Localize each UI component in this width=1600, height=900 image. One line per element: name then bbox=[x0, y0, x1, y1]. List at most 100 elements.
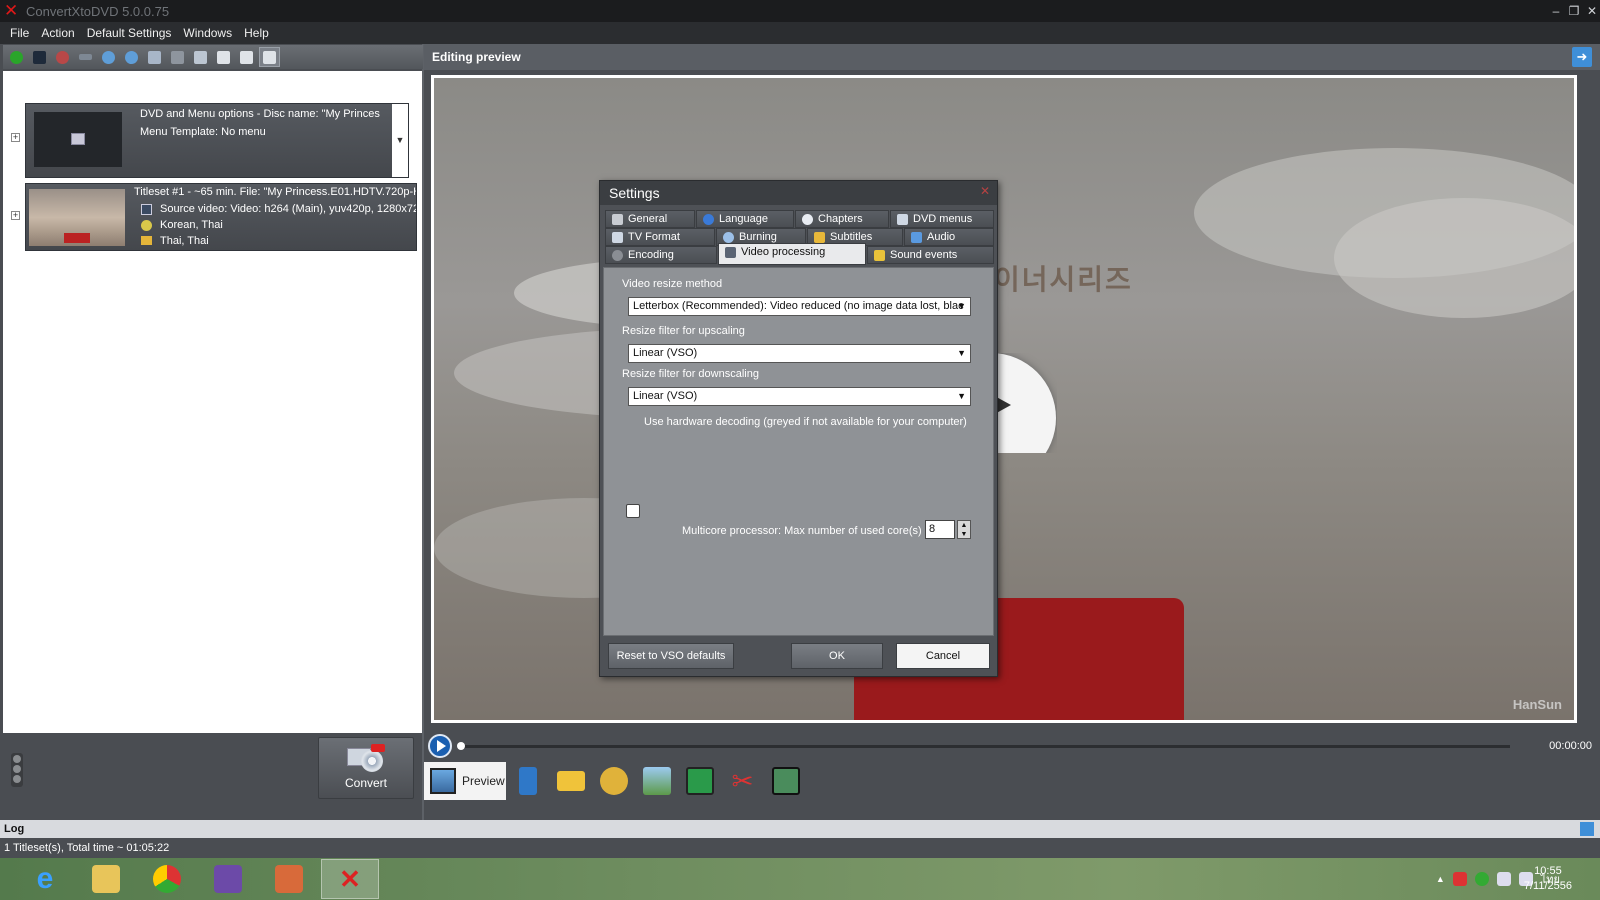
reset-defaults-button[interactable]: Reset to VSO defaults bbox=[608, 643, 734, 669]
play-button-icon[interactable] bbox=[428, 734, 452, 758]
preview-header: Editing preview ➜ bbox=[424, 44, 1600, 70]
tab-crop[interactable] bbox=[678, 762, 721, 800]
tab-sound-events-label: Sound events bbox=[890, 249, 958, 261]
menu-default-settings[interactable]: Default Settings bbox=[81, 22, 178, 44]
tab-language[interactable]: Language bbox=[696, 210, 794, 228]
update-icon[interactable] bbox=[1474, 872, 1489, 886]
sound-events-icon bbox=[874, 250, 885, 261]
music-note-icon bbox=[518, 767, 537, 795]
close-window-button[interactable]: ✕ bbox=[1584, 3, 1600, 19]
expand-titleset-node[interactable]: + bbox=[11, 211, 20, 220]
dialog-titlebar: Settings ✕ bbox=[600, 181, 997, 205]
next-arrow-icon[interactable]: ➜ bbox=[1572, 47, 1592, 67]
log-label: Log bbox=[4, 823, 25, 835]
tab-chapters[interactable] bbox=[592, 762, 635, 800]
hw-decoding-checkbox[interactable] bbox=[626, 504, 640, 518]
tab-preview[interactable]: Preview bbox=[424, 762, 506, 800]
hw-decoding-label: Use hardware decoding (greyed if not ava… bbox=[644, 416, 967, 428]
play-overlay-icon[interactable] bbox=[991, 353, 1057, 453]
log-bar[interactable]: Log bbox=[0, 820, 1600, 838]
tab-general[interactable]: General bbox=[605, 210, 695, 228]
tools-icon[interactable] bbox=[144, 47, 165, 67]
seek-knob[interactable] bbox=[457, 742, 465, 750]
status-text: 1 Titleset(s), Total time ~ 01:05:22 bbox=[4, 842, 170, 854]
tab-merge[interactable] bbox=[764, 762, 807, 800]
preview-tab-icon bbox=[430, 768, 456, 794]
upscale-value: Linear (VSO) bbox=[633, 347, 698, 359]
cores-stepper[interactable]: ▲ ▼ bbox=[957, 520, 971, 539]
seek-bar: 00:00:00 bbox=[424, 732, 1600, 760]
cores-input[interactable]: 8 bbox=[925, 520, 955, 539]
tab-subtitles[interactable] bbox=[549, 762, 592, 800]
tab-chapters[interactable]: Chapters bbox=[795, 210, 889, 228]
restore-button[interactable]: ❐ bbox=[1566, 3, 1582, 19]
move-up-icon[interactable] bbox=[121, 47, 142, 67]
resize-method-select[interactable]: Letterbox (Recommended): Video reduced (… bbox=[628, 297, 971, 316]
tab-audio[interactable]: Audio bbox=[904, 228, 994, 246]
tray-expand-icon[interactable]: ▲ bbox=[1436, 874, 1445, 884]
tab-audio[interactable] bbox=[506, 762, 549, 800]
chevron-down-icon: ▼ bbox=[957, 301, 966, 311]
menu-file[interactable]: File bbox=[4, 22, 35, 44]
list-icon[interactable] bbox=[167, 47, 188, 67]
chrome-icon[interactable] bbox=[138, 859, 196, 899]
clock-time: 10:55 bbox=[1534, 865, 1562, 877]
move-down-icon[interactable] bbox=[98, 47, 119, 67]
tab-general-label: General bbox=[628, 213, 668, 225]
cancel-button[interactable]: Cancel bbox=[896, 643, 990, 669]
crop-icon bbox=[685, 767, 714, 795]
action-center-icon[interactable] bbox=[1452, 872, 1467, 886]
dvd-node-template: Menu Template: No menu bbox=[140, 126, 266, 138]
expand-dvd-node[interactable]: + bbox=[11, 133, 20, 142]
tab-language-label: Language bbox=[719, 213, 768, 225]
seek-track[interactable] bbox=[460, 745, 1510, 748]
dialog-footer: Reset to VSO defaults OK Cancel bbox=[600, 638, 997, 676]
clock[interactable]: 10:55 7/11/2556 bbox=[1524, 864, 1572, 894]
view-details-icon[interactable] bbox=[213, 47, 234, 67]
tab-video-processing[interactable]: Video processing bbox=[718, 243, 866, 265]
titleset-subtitles: Thai, Thai bbox=[160, 235, 209, 247]
monitor-icon[interactable] bbox=[190, 47, 211, 67]
titleset-node[interactable]: Titleset #1 - ~65 min. File: "My Princes… bbox=[25, 183, 417, 251]
menu-action[interactable]: Action bbox=[35, 22, 80, 44]
preview-title: Editing preview bbox=[432, 50, 521, 64]
tab-picture[interactable] bbox=[635, 762, 678, 800]
menu-windows[interactable]: Windows bbox=[177, 22, 238, 44]
log-expand-icon[interactable] bbox=[1580, 822, 1594, 836]
upscale-filter-select[interactable]: Linear (VSO) ▼ bbox=[628, 344, 971, 363]
view-list-icon[interactable] bbox=[236, 47, 257, 67]
clock-icon bbox=[802, 214, 813, 225]
ok-button[interactable]: OK bbox=[791, 643, 883, 669]
add-icon[interactable] bbox=[6, 47, 27, 67]
view-compact-icon[interactable] bbox=[259, 47, 280, 67]
tab-sound-events[interactable]: Sound events bbox=[867, 246, 994, 264]
resize-method-value: Letterbox (Recommended): Video reduced (… bbox=[633, 300, 964, 312]
tab-encoding[interactable]: Encoding bbox=[605, 246, 717, 264]
dvd-node-dropdown[interactable]: ▼ bbox=[392, 104, 408, 177]
file-explorer-icon[interactable] bbox=[77, 859, 135, 899]
menu-help[interactable]: Help bbox=[238, 22, 275, 44]
dialog-close-icon[interactable]: ✕ bbox=[979, 185, 991, 197]
tab-cut[interactable]: ✂ bbox=[721, 762, 764, 800]
resize-method-label: Video resize method bbox=[622, 278, 723, 290]
chevron-down-icon: ▼ bbox=[957, 391, 966, 401]
tab-tv-format[interactable]: TV Format bbox=[605, 228, 715, 246]
downscale-filter-select[interactable]: Linear (VSO) ▼ bbox=[628, 387, 971, 406]
upscale-label: Resize filter for upscaling bbox=[622, 325, 745, 337]
visual-studio-icon[interactable] bbox=[199, 859, 257, 899]
media-player-icon[interactable] bbox=[260, 859, 318, 899]
convertxtodvd-icon[interactable]: ✕ bbox=[321, 859, 379, 899]
settings-dialog: Settings ✕ General Language Chapters DVD… bbox=[599, 180, 998, 677]
subtitles-icon bbox=[814, 232, 825, 243]
remove-icon[interactable] bbox=[52, 47, 73, 67]
split-icon[interactable] bbox=[75, 47, 96, 67]
status-bar: 1 Titleset(s), Total time ~ 01:05:22 bbox=[0, 838, 1600, 858]
save-icon[interactable] bbox=[29, 47, 50, 67]
tab-dvd-menus[interactable]: DVD menus bbox=[890, 210, 994, 228]
internet-explorer-icon[interactable]: e bbox=[16, 859, 74, 899]
audio-note-icon bbox=[911, 232, 922, 243]
network-icon[interactable] bbox=[1496, 872, 1511, 886]
dvd-menu-node[interactable]: DVD and Menu options - Disc name: "My Pr… bbox=[25, 103, 409, 178]
minimize-button[interactable]: – bbox=[1548, 3, 1564, 19]
convert-button[interactable]: Convert bbox=[318, 737, 414, 799]
